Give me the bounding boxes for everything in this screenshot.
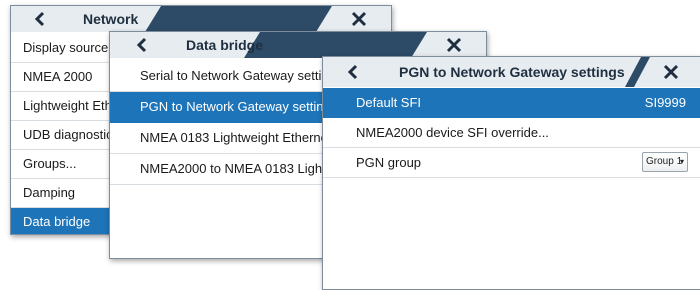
pgn-group-select[interactable]: Group 1 ▾ [642,152,688,172]
default-sfi-value: SI9999 [644,95,686,110]
device-override-label: NMEA2000 device SFI override... [356,125,549,140]
pgn-device-override-row[interactable]: NMEA2000 device SFI override... [323,118,700,148]
network-back-button[interactable] [11,6,69,32]
pgn-gateway-list: Default SFI SI9999 NMEA2000 device SFI o… [323,87,700,178]
pgn-gateway-back-button[interactable] [323,57,383,87]
data-bridge-back-button[interactable] [110,32,174,58]
chevron-left-icon [136,37,147,53]
network-title: Network [83,11,139,27]
data-bridge-close-button[interactable] [421,32,486,58]
pgn-group-value: Group 1 [646,156,683,167]
chevron-left-icon [34,11,45,27]
pgn-gateway-titlebar: PGN to Network Gateway settings [323,57,700,87]
data-bridge-titlebar: Data bridge [110,32,486,58]
pgn-group-label: PGN group [356,155,422,170]
network-close-button[interactable] [326,6,391,32]
data-bridge-title: Data bridge [186,37,264,53]
close-icon [351,11,366,27]
pgn-group-row: PGN group Group 1 ▾ [323,148,700,178]
chevron-left-icon [347,64,358,80]
pgn-default-sfi-row[interactable]: Default SFI SI9999 [323,88,700,118]
pgn-gateway-title: PGN to Network Gateway settings [399,64,625,80]
close-icon [663,64,679,80]
chevron-down-icon: ▾ [679,157,684,166]
pgn-gateway-close-button[interactable] [642,57,700,87]
default-sfi-label: Default SFI [356,95,422,110]
close-icon [446,37,461,53]
network-titlebar: Network [11,6,391,32]
pgn-gateway-panel: PGN to Network Gateway settings Default … [322,56,700,290]
